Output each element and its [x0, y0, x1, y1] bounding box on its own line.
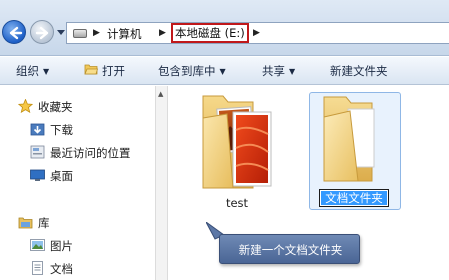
computer-drive-icon	[73, 29, 87, 38]
include-in-library-button[interactable]: 包含到库中 ▼	[158, 63, 226, 79]
open-folder-icon	[84, 64, 98, 75]
desktop-icon	[30, 169, 45, 181]
nav-item-label: 最近访问的位置	[50, 146, 131, 160]
pictures-icon	[30, 239, 45, 251]
share-with-button[interactable]: 共享 ▼	[262, 63, 295, 79]
nav-pane-scrollbar[interactable]: ▲	[155, 86, 168, 280]
downloads-folder-icon	[30, 123, 45, 136]
nav-item-label: 图片	[50, 239, 73, 253]
breadcrumb-local-disk-e[interactable]: 本地磁盘 (E:)	[171, 23, 249, 43]
nav-item-label: 文档	[50, 262, 73, 276]
chevron-down-icon: ▼	[289, 67, 296, 76]
nav-favorites-label: 收藏夹	[38, 100, 73, 114]
folder-name-label: test	[225, 196, 249, 210]
nav-libraries[interactable]: 库	[0, 212, 155, 232]
nav-item-desktop[interactable]: 桌面	[0, 165, 155, 185]
chevron-down-icon: ▼	[219, 67, 226, 76]
breadcrumb-separator-icon[interactable]: ▶	[253, 28, 260, 38]
recent-places-icon	[30, 145, 45, 159]
nav-item-label: 下载	[50, 123, 73, 137]
breadcrumb-separator-icon[interactable]: ▶	[159, 28, 166, 38]
documents-icon	[32, 261, 43, 275]
share-with-label: 共享	[262, 64, 285, 78]
library-icon	[18, 217, 33, 229]
annotation-callout: 新建一个文档文件夹	[219, 234, 360, 264]
back-arrow-icon	[9, 26, 23, 40]
new-folder-button[interactable]: 新建文件夹	[330, 63, 388, 79]
recent-pages-dropdown-icon[interactable]	[57, 28, 65, 36]
callout-text: 新建一个文档文件夹	[238, 243, 343, 257]
nav-libraries-label: 库	[38, 216, 50, 230]
folder-rename-input[interactable]: 文档文件夹	[319, 189, 389, 207]
scroll-up-arrow-icon[interactable]: ▲	[158, 90, 163, 98]
nav-favorites[interactable]: 收藏夹	[0, 96, 155, 116]
address-bar-area: ▶ 计算机 ▶ 本地磁盘 (E:) ▶	[0, 0, 449, 56]
nav-item-label: 桌面	[50, 169, 73, 183]
star-icon	[18, 99, 33, 113]
folder-icon	[323, 96, 375, 182]
breadcrumb-separator-icon[interactable]: ▶	[93, 28, 100, 38]
selected-folder-name: 文档文件夹	[321, 191, 387, 205]
forward-button[interactable]	[30, 20, 54, 44]
nav-item-downloads[interactable]: 下载	[0, 119, 155, 139]
include-in-library-label: 包含到库中	[158, 64, 216, 78]
nav-item-recent-places[interactable]: 最近访问的位置	[0, 142, 155, 162]
address-field[interactable]: ▶ 计算机 ▶ 本地磁盘 (E:) ▶	[66, 22, 449, 44]
breadcrumb-computer[interactable]: 计算机	[107, 26, 142, 42]
nav-item-documents[interactable]: 文档	[0, 258, 155, 278]
organize-label: 组织	[16, 64, 39, 78]
nav-item-pictures[interactable]: 图片	[0, 235, 155, 255]
folder-item-test[interactable]: test	[193, 90, 281, 210]
chevron-down-icon: ▼	[43, 67, 50, 76]
back-button[interactable]	[2, 20, 26, 44]
navigation-pane: 收藏夹 下载 最近访问的位置 桌面 库 图片 文档	[0, 86, 155, 280]
folder-with-photos-icon	[202, 95, 272, 189]
command-toolbar: 组织 ▼ 打开 包含到库中 ▼ 共享 ▼ 新建文件夹	[0, 57, 449, 85]
open-button[interactable]: 打开	[102, 63, 125, 79]
forward-arrow-icon	[35, 26, 49, 40]
organize-menu-button[interactable]: 组织 ▼	[16, 63, 49, 79]
